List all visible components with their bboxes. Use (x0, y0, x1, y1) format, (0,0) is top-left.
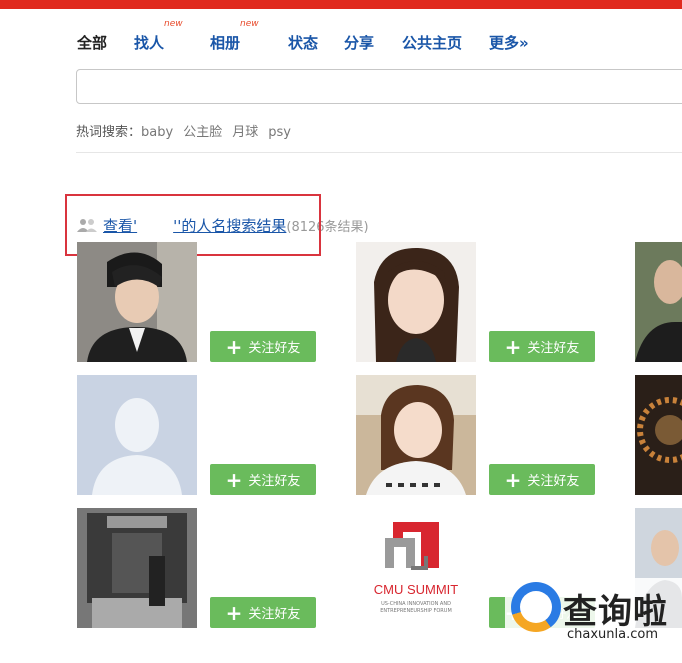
plus-icon: + (225, 467, 243, 492)
follow-button[interactable]: + 关注好友 (489, 331, 595, 362)
avatar-photo (77, 242, 197, 362)
search-input[interactable] (76, 69, 682, 104)
plus-icon: + (504, 334, 522, 359)
follow-button[interactable]: + 关注好友 (210, 464, 316, 495)
cmu-summit-subtitle: US-CHINA INNOVATION AND (381, 601, 451, 607)
tab-more[interactable]: 更多» (489, 32, 529, 53)
hot-search-label: 热词搜索： (76, 125, 142, 140)
user-avatar[interactable] (356, 375, 476, 495)
tab-all[interactable]: 全部 (77, 32, 107, 53)
tab-people[interactable]: 找人 new (134, 19, 183, 53)
tab-public-pages[interactable]: 公共主页 (402, 32, 462, 53)
follow-label: 关注好友 (248, 607, 301, 622)
user-avatar[interactable] (356, 242, 476, 362)
hot-keyword[interactable]: psy (268, 125, 291, 140)
plus-icon: + (504, 467, 522, 492)
watermark-logo-icon (511, 582, 561, 632)
tab-albums-label: 相册 (210, 34, 241, 52)
follow-button[interactable]: + 关注好友 (210, 597, 316, 628)
avatar-photo (356, 242, 476, 362)
plus-icon: + (225, 334, 243, 359)
user-avatar[interactable] (77, 242, 197, 362)
hot-keyword[interactable]: baby (141, 125, 173, 140)
user-avatar[interactable]: CMU SUMMIT US-CHINA INNOVATION AND ENTRE… (356, 508, 476, 628)
cmu-summit-title: CMU SUMMIT (373, 582, 459, 597)
plus-icon: + (225, 600, 243, 625)
watermark-title: 查询啦 (563, 592, 668, 632)
divider (76, 152, 682, 153)
cmu-summit-subtitle: ENTREPRENEURSHIP FORUM (380, 608, 452, 614)
user-avatar[interactable] (635, 242, 682, 362)
new-badge: new (240, 19, 259, 29)
avatar-photo (77, 508, 197, 628)
hot-search-row: 热词搜索：baby 公主脸 月球 psy (76, 121, 291, 140)
user-avatar[interactable] (77, 375, 197, 495)
avatar-photo (635, 242, 682, 362)
follow-button[interactable]: + 关注好友 (210, 331, 316, 362)
new-badge: new (164, 19, 183, 29)
tab-people-label: 找人 (134, 34, 165, 52)
default-avatar-icon (77, 375, 197, 495)
follow-button[interactable]: + 关注好友 (489, 464, 595, 495)
follow-label: 关注好友 (527, 474, 580, 489)
tab-status[interactable]: 状态 (288, 32, 318, 53)
follow-label: 关注好友 (248, 341, 301, 356)
top-red-bar (0, 0, 682, 9)
follow-label: 关注好友 (248, 474, 301, 489)
follow-label: 关注好友 (527, 341, 580, 356)
hot-keyword[interactable]: 公主脸 (183, 125, 222, 140)
tab-albums[interactable]: 相册 new (210, 19, 259, 53)
tab-share[interactable]: 分享 (344, 32, 374, 53)
watermark-url: chaxunla.com (567, 627, 658, 642)
watermark: 查询啦 chaxunla.com (505, 578, 682, 663)
avatar-photo (356, 375, 476, 495)
avatar-photo (635, 375, 682, 495)
user-avatar[interactable] (635, 375, 682, 495)
hot-keyword[interactable]: 月球 (232, 125, 258, 140)
user-avatar[interactable] (77, 508, 197, 628)
